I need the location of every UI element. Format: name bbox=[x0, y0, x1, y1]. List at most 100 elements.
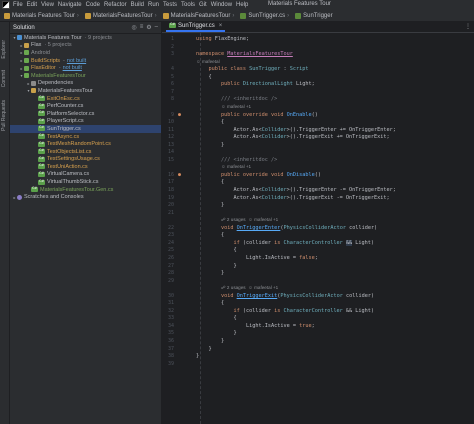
menu-item-build[interactable]: Build bbox=[131, 2, 144, 8]
code-line[interactable]: /// <inheritdoc /> bbox=[196, 157, 277, 163]
code-line[interactable]: { bbox=[196, 315, 236, 321]
menu-item-edit[interactable]: Edit bbox=[27, 2, 37, 8]
tree-item[interactable]: C# TestAsync.cs bbox=[10, 133, 161, 141]
code-line[interactable]: namespace MaterialsFeaturesTour bbox=[196, 51, 293, 57]
code-line[interactable]: { bbox=[196, 247, 236, 253]
menu-item-tools[interactable]: Tools bbox=[181, 2, 195, 8]
breadcrumb-label: SunTrigger bbox=[303, 12, 333, 19]
code-line[interactable]: Light.IsActive = false; bbox=[196, 255, 318, 261]
code-line[interactable]: /// <inheritdoc /> bbox=[196, 96, 277, 102]
menu-item-tests[interactable]: Tests bbox=[163, 2, 177, 8]
tree-item[interactable]: C# SunTrigger.cs bbox=[10, 125, 161, 133]
menu-item-run[interactable]: Run bbox=[148, 2, 159, 8]
tree-item[interactable]: ▸ Scratches and Consoles bbox=[10, 193, 161, 201]
code-line[interactable]: ☺ mafeetal +1 bbox=[196, 104, 251, 110]
tree-item[interactable]: C# PerfCounter.cs bbox=[10, 102, 161, 110]
menu-item-code[interactable]: Code bbox=[86, 2, 100, 8]
breadcrumb-item[interactable]: SunTrigger.cs bbox=[240, 12, 285, 19]
code-line[interactable]: public DirectionalLight Light; bbox=[196, 81, 315, 87]
not-built-link[interactable]: not built bbox=[67, 58, 86, 64]
code-line[interactable]: { bbox=[196, 179, 224, 185]
tree-item[interactable]: C# PlatformSelector.cs bbox=[10, 110, 161, 118]
code-line[interactable]: { bbox=[196, 300, 224, 306]
code-line[interactable]: Actor.As<Collider>().TriggerExit -= OnTr… bbox=[196, 195, 389, 201]
code-line[interactable]: } bbox=[196, 202, 224, 208]
menu-item-help[interactable]: Help bbox=[236, 2, 248, 8]
explorer-tool-button[interactable]: Explorer bbox=[1, 40, 7, 59]
code-line[interactable]: } bbox=[196, 338, 224, 344]
tree-item[interactable]: ▾ Materials Features Tour · 9 projects bbox=[10, 34, 161, 42]
code-line[interactable]: public override void OnEnable() bbox=[196, 112, 318, 118]
code-line[interactable]: { bbox=[196, 119, 224, 125]
tree-item[interactable]: C# TestUniAction.cs bbox=[10, 163, 161, 171]
code-line[interactable]: ☺ mafeetal bbox=[196, 59, 220, 65]
tree-item[interactable]: C# TestMeshRandomPoint.cs bbox=[10, 140, 161, 148]
breadcrumb-item[interactable]: Materials Features Tour bbox=[4, 12, 75, 19]
cs-icon: C# bbox=[38, 118, 45, 124]
code-line[interactable]: { bbox=[196, 74, 211, 80]
code-line[interactable]: ☺ mafeetal +1 bbox=[196, 164, 251, 170]
code-line[interactable]: if (collider is CharacterController && L… bbox=[196, 239, 374, 246]
tree-item-hint: · 5 projects bbox=[44, 42, 72, 49]
line-number: 26 bbox=[167, 254, 174, 261]
code-line[interactable]: Actor.As<Collider>().TriggerEnter += OnT… bbox=[196, 127, 395, 133]
code-line[interactable]: Actor.As<Collider>().TriggerEnter -= OnT… bbox=[196, 187, 395, 193]
code-line[interactable]: } bbox=[196, 263, 236, 269]
menu-item-view[interactable]: View bbox=[41, 2, 54, 8]
breadcrumb-item[interactable]: SunTrigger bbox=[295, 12, 333, 19]
menu-item-window[interactable]: Window bbox=[211, 2, 232, 8]
code-line[interactable]: public class SunTrigger : Script bbox=[196, 66, 309, 72]
code-line[interactable]: void OnTriggerEnter(PhysicsColliderActor… bbox=[196, 225, 377, 231]
code-line[interactable]: } bbox=[196, 330, 236, 336]
line-number: 8 bbox=[170, 96, 174, 103]
tree-item[interactable]: C# PlayerScript.cs bbox=[10, 118, 161, 126]
code-line[interactable]: Actor.As<Collider>().TriggerExit += OnTr… bbox=[196, 134, 389, 140]
commit-tool-button[interactable]: Commit bbox=[1, 70, 7, 87]
menu-item-navigate[interactable]: Navigate bbox=[58, 2, 82, 8]
pull-requests-tool-button[interactable]: Pull Requests bbox=[1, 100, 7, 131]
menu-item-refactor[interactable]: Refactor bbox=[104, 2, 127, 8]
tree-item[interactable]: C# TestObjectsList.cs bbox=[10, 148, 161, 156]
tree-item[interactable]: ▸ FlaxEditor - not built bbox=[10, 64, 161, 72]
tab-suntrigger[interactable]: C# SunTrigger.cs × bbox=[166, 21, 226, 32]
menu-item-git[interactable]: Git bbox=[199, 2, 207, 8]
not-built-link[interactable]: not built bbox=[63, 65, 82, 71]
code-line[interactable]: } bbox=[196, 142, 224, 148]
more-options-icon[interactable]: ⋮ bbox=[465, 23, 471, 30]
tree-item[interactable]: ▸ Android bbox=[10, 49, 161, 57]
settings-gear-icon[interactable]: ⚙ bbox=[146, 24, 151, 31]
code-line[interactable]: { bbox=[196, 232, 224, 238]
code-line[interactable]: } bbox=[196, 353, 199, 359]
code-line[interactable]: Light.IsActive = true; bbox=[196, 323, 315, 329]
cs-icon: C# bbox=[38, 103, 45, 109]
tree-item[interactable]: ▾ MaterialsFeaturesTour bbox=[10, 87, 161, 95]
breadcrumb-item[interactable]: MaterialsFeaturesTour bbox=[162, 12, 230, 19]
override-gutter-icon[interactable]: ● bbox=[178, 172, 181, 178]
solution-panel-title[interactable]: Solution bbox=[13, 25, 35, 31]
tree-item[interactable]: C# ExitOnEsc.cs bbox=[10, 95, 161, 103]
collapse-icon[interactable]: ≡ bbox=[140, 24, 144, 31]
tree-item[interactable]: ▾ MaterialsFeaturesTour bbox=[10, 72, 161, 80]
code-line[interactable]: public override void OnDisable() bbox=[196, 172, 321, 178]
tree-item[interactable]: C# VirtualThumbStick.cs bbox=[10, 178, 161, 186]
tree-item[interactable]: ▸ Dependencies bbox=[10, 80, 161, 88]
override-gutter-icon[interactable]: ● bbox=[178, 112, 181, 118]
locate-icon[interactable]: ◎ bbox=[132, 24, 137, 31]
code-line[interactable]: } bbox=[196, 270, 224, 276]
breadcrumb-item[interactable]: MaterialsFeaturesTour bbox=[84, 12, 153, 19]
tree-item[interactable]: ▸ Flax · 5 projects bbox=[10, 42, 161, 50]
close-tab-icon[interactable]: × bbox=[219, 23, 223, 29]
minimize-icon[interactable]: – bbox=[155, 24, 158, 31]
code-line[interactable]: if (collider is CharacterController && L… bbox=[196, 308, 374, 314]
code-line[interactable]: using FlaxEngine; bbox=[196, 36, 249, 42]
code-line[interactable]: ☍ 2 usages ☺ mafeetal +1 bbox=[196, 285, 278, 291]
tree-item[interactable]: ▸ BuildScripts - not built bbox=[10, 57, 161, 65]
code-area[interactable]: 1 using FlaxEngine; 2 3 namespace MaterialsF… bbox=[162, 33, 474, 424]
code-line[interactable]: } bbox=[196, 346, 211, 352]
tree-item[interactable]: C# MaterialsFeaturesTour.Gen.cs bbox=[10, 186, 161, 194]
tree-item[interactable]: C# TestSettingsUsage.cs bbox=[10, 156, 161, 164]
code-line[interactable]: ☍ 2 usages ☺ mafeetal +1 bbox=[196, 217, 278, 223]
code-line[interactable]: void OnTriggerExit(PhysicsColliderActor … bbox=[196, 293, 374, 299]
tree-item[interactable]: C# VirtualCamera.cs bbox=[10, 171, 161, 179]
menu-item-file[interactable]: File bbox=[13, 2, 23, 8]
